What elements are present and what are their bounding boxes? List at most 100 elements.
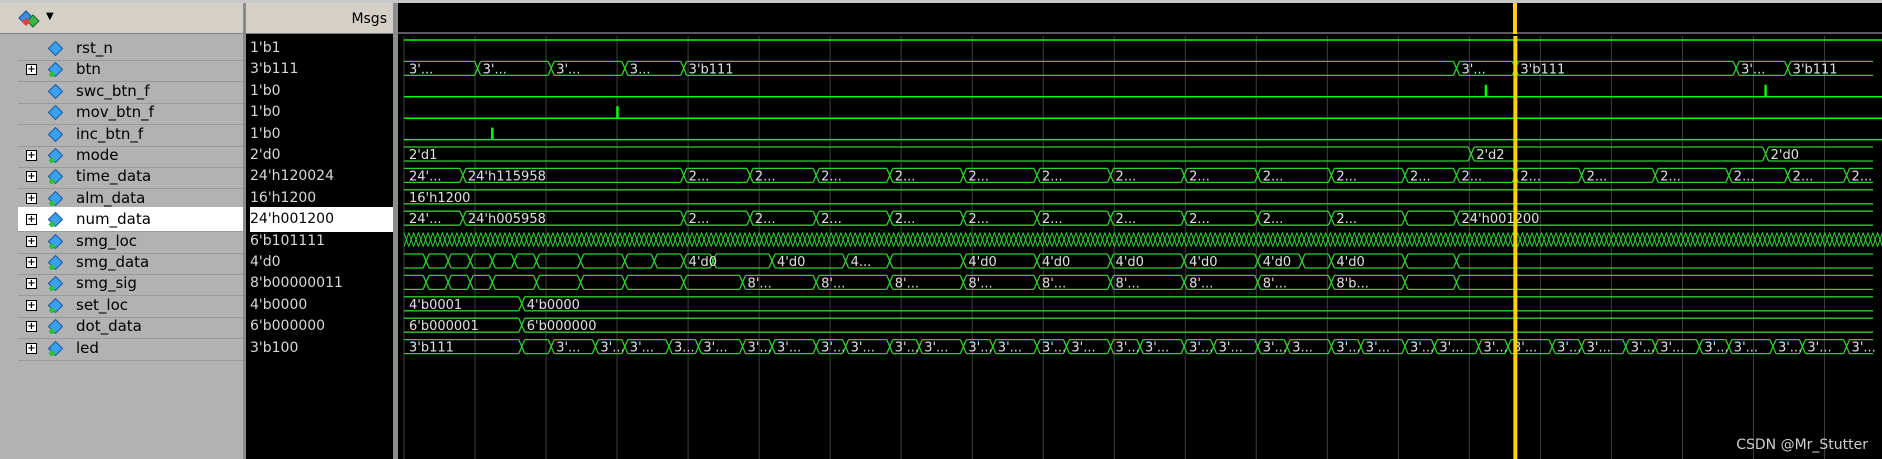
expand-icon[interactable]: + <box>26 257 37 268</box>
bus-transition <box>577 253 585 269</box>
bus-value-label: 4'd0 <box>1336 255 1364 270</box>
waveform-viewer: ▼ rst_n + btn swc_btn_f mov_btn_f inc_btn_f + m… <box>0 0 1882 459</box>
bus-value-label: 2... <box>1734 169 1755 184</box>
bus-value-label: 2... <box>968 212 989 227</box>
bus-transition <box>1254 339 1262 354</box>
bus-value-label: 3'... <box>998 341 1022 356</box>
bus-value-label: 3'... <box>630 341 654 356</box>
time-cursor-header[interactable] <box>1513 3 1518 34</box>
bus-value-label: 3'... <box>821 341 845 356</box>
bus-transition <box>1180 168 1188 183</box>
expand-icon[interactable]: + <box>26 214 37 226</box>
bus-transition <box>738 339 747 354</box>
bus-signal-icon <box>48 297 63 313</box>
bus-value-label: 8'... <box>821 276 845 291</box>
bus-value-label: 2... <box>1461 169 1482 184</box>
expand-icon[interactable]: + <box>26 235 37 247</box>
bus-transition <box>621 253 629 269</box>
bus-value-label: 2... <box>1852 169 1873 184</box>
bus-transition <box>1298 253 1306 269</box>
bus-transition <box>1033 210 1041 226</box>
bus-transition <box>444 253 452 269</box>
bus-transition <box>959 253 967 269</box>
bus-transition <box>1327 339 1335 354</box>
expand-icon[interactable]: + <box>26 299 37 311</box>
bus-signal-icon <box>48 148 63 163</box>
bus-transition <box>1725 168 1733 183</box>
bus-transition <box>1106 339 1115 354</box>
bus-transition <box>1401 168 1409 183</box>
bus-value-label: 2... <box>1793 169 1814 184</box>
bus-value-label: 3'... <box>1631 341 1655 356</box>
expand-icon[interactable]: + <box>26 192 37 204</box>
bus-value-label: 2... <box>755 212 776 227</box>
bus-transition <box>959 168 967 183</box>
bus-transition <box>812 168 820 183</box>
bus-value-label: 2... <box>1042 169 1063 184</box>
signal-group-icon[interactable] <box>18 10 42 30</box>
bus-value-label: 2... <box>1263 212 1284 227</box>
bus-transition <box>1327 210 1335 226</box>
bus-transition <box>959 339 967 354</box>
expand-icon[interactable]: + <box>26 321 37 333</box>
bus-value-label: 2... <box>755 169 776 184</box>
bus-transition <box>1327 253 1335 269</box>
bus-transition <box>886 253 894 269</box>
bus-transition <box>1180 253 1188 269</box>
bus-transition <box>680 168 688 183</box>
bus-transition <box>694 339 702 354</box>
value-pane-header: Msgs <box>246 3 393 34</box>
bus-transition <box>680 61 688 76</box>
bus-value-label: 2... <box>1116 212 1137 227</box>
name-pane-header: ▼ <box>0 3 243 34</box>
bus-value-label: 4'd0 <box>1042 255 1070 270</box>
bus-transition <box>1578 168 1586 183</box>
bus-value-label: 3'... <box>703 341 727 356</box>
bus-value-label: 3'... <box>1734 341 1758 356</box>
bus-value-label: 4'd0 <box>689 255 717 270</box>
bus-signal-icon <box>48 255 63 270</box>
bus-transition <box>466 253 474 269</box>
bus-transition <box>842 253 850 269</box>
bus-signal-icon <box>48 276 63 292</box>
bus-transition <box>422 275 430 290</box>
chevron-down-icon[interactable]: ▼ <box>46 11 54 22</box>
bus-value-label: 3... <box>674 341 695 356</box>
signal-row-led[interactable]: + led <box>18 336 243 361</box>
bus-value-label: 24'... <box>409 169 442 184</box>
bus-value-label: 2... <box>1660 169 1681 184</box>
bus-transition <box>1695 339 1703 354</box>
bus-transition <box>959 210 967 226</box>
watermark: CSDN @Mr_Stutter <box>1736 437 1868 453</box>
bus-transition <box>1769 339 1777 354</box>
bus-value-label: 2'd1 <box>409 148 437 163</box>
bus-transition <box>1474 339 1483 354</box>
single-bit-signal-icon <box>48 41 63 56</box>
bus-value-label: 3'... <box>1219 341 1243 356</box>
bus-value-label: 3'... <box>1704 341 1728 356</box>
bus-transition <box>886 168 894 183</box>
bus-transition <box>886 210 894 226</box>
expand-icon[interactable]: + <box>26 150 37 161</box>
bus-transition <box>1784 61 1792 76</box>
bus-transition <box>1033 275 1041 290</box>
expand-icon[interactable]: + <box>26 64 37 76</box>
wave-pane-header <box>398 3 1882 34</box>
bus-transition <box>1254 168 1262 183</box>
bus-value-label: 3'... <box>1042 341 1066 356</box>
expand-icon[interactable]: + <box>26 342 37 354</box>
expand-icon[interactable]: + <box>26 278 37 290</box>
bus-value-label: 8'... <box>968 276 992 291</box>
bus-value-label: 4'b0001 <box>409 298 462 313</box>
bus-value-label: 3'... <box>483 62 507 77</box>
bus-signal-icon <box>48 340 63 356</box>
signal-name-label: btn <box>76 60 101 79</box>
bus-value-label: 3'... <box>1461 62 1485 77</box>
bus-value-label: 2... <box>1263 169 1284 184</box>
signal-name-label: inc_btn_f <box>76 124 144 143</box>
waveform-area[interactable]: 3'... 3'... 3'... 3... 3'b111 3'... 3'b111 3'..… <box>398 36 1882 459</box>
expand-icon[interactable]: + <box>26 171 37 183</box>
bus-value-label: 24'h005958 <box>468 212 546 227</box>
waveform-canvas[interactable]: 3'... 3'... 3'... 3... 3'b111 3'... 3'b111 3'..… <box>398 36 1882 459</box>
bus-value-label: 3'... <box>1778 341 1802 356</box>
